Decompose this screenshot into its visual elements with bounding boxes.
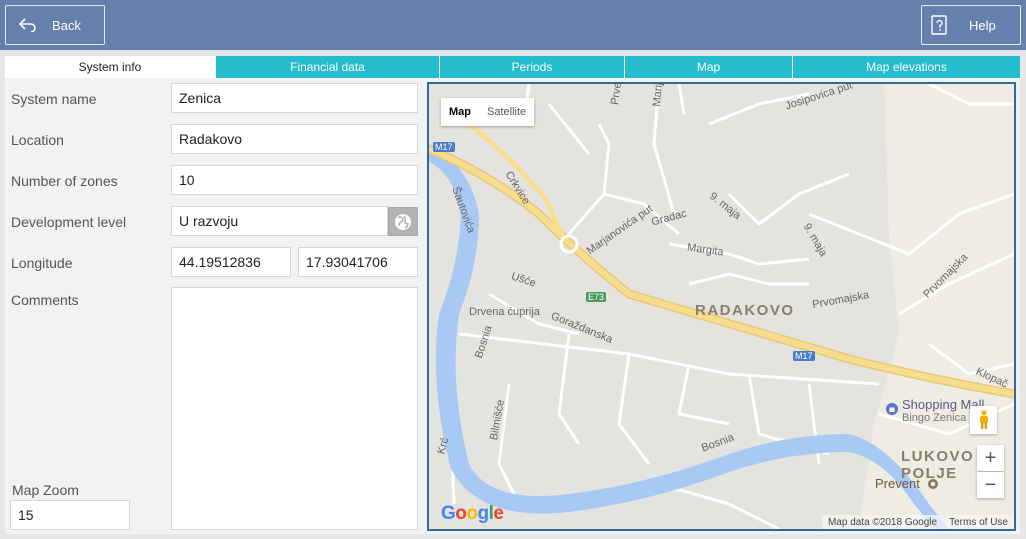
number-of-zones-label: Number of zones xyxy=(11,173,118,189)
poi-label: Bingo Zenica xyxy=(902,412,967,424)
help-icon xyxy=(931,15,949,35)
number-of-zones-input[interactable]: 10 xyxy=(171,165,418,195)
tab-financial-data[interactable]: Financial data xyxy=(215,56,439,78)
longitude-label: Longitude xyxy=(11,255,73,271)
pegman-icon xyxy=(979,410,988,429)
globe-button[interactable] xyxy=(388,207,418,236)
street-label: Marij xyxy=(651,82,666,108)
map-zoom-input[interactable]: 15 xyxy=(10,500,130,530)
map-type-satellite-button[interactable]: Satellite xyxy=(479,98,534,126)
top-bar: Back Help xyxy=(0,0,1026,50)
tab-map-elevations[interactable]: Map elevations xyxy=(792,56,1020,78)
road-shield: E73 xyxy=(586,292,607,302)
development-level-input[interactable]: U razvoju xyxy=(171,206,388,236)
tab-bar: System info Financial data Periods Map M… xyxy=(5,56,1020,78)
place-marker-icon xyxy=(927,477,939,493)
map-attribution: Map data ©2018 Google Terms of Use xyxy=(821,515,1014,529)
map-type-map-button[interactable]: Map xyxy=(441,98,479,126)
back-arrow-icon xyxy=(19,18,37,32)
location-input[interactable]: Radakovo xyxy=(171,124,418,154)
tab-periods[interactable]: Periods xyxy=(439,56,624,78)
zoom-out-button[interactable]: − xyxy=(977,472,1004,498)
tab-system-info[interactable]: System info xyxy=(5,56,215,78)
zoom-in-button[interactable]: + xyxy=(977,445,1004,471)
development-level-label: Development level xyxy=(11,214,127,230)
comments-label: Comments xyxy=(11,292,79,308)
location-label: Location xyxy=(11,132,64,148)
terms-of-use-link[interactable]: Terms of Use xyxy=(949,517,1008,528)
map-zoom-label: Map Zoom xyxy=(12,482,79,498)
help-button-label: Help xyxy=(969,17,996,33)
map-type-control: Map Satellite xyxy=(441,98,535,126)
longitude-input-2[interactable]: 17.93041706 xyxy=(298,247,418,277)
street-view-pegman[interactable] xyxy=(970,406,997,434)
longitude-input-1[interactable]: 44.19512836 xyxy=(171,247,291,277)
globe-icon xyxy=(395,213,411,230)
street-label: Drvena ćuprija xyxy=(469,306,540,318)
poi-label: Prevent xyxy=(875,476,920,491)
back-button-label: Back xyxy=(52,17,81,33)
tab-map[interactable]: Map xyxy=(624,56,792,78)
back-button[interactable]: Back xyxy=(5,5,105,45)
comments-textarea[interactable] xyxy=(171,287,418,530)
map-view[interactable]: Josipovica put Prve Marij Crkvice Gradac… xyxy=(427,82,1016,531)
map-data-text: Map data ©2018 Google xyxy=(827,516,938,528)
road-shield: M17 xyxy=(793,351,815,361)
road-shield: M17 xyxy=(433,142,455,152)
system-name-label: System name xyxy=(11,91,97,107)
shopping-bag-icon xyxy=(886,402,898,418)
google-logo: Google xyxy=(441,503,504,524)
system-name-input[interactable]: Zenica xyxy=(171,83,418,113)
help-button[interactable]: Help xyxy=(921,5,1021,45)
place-label-radakovo: RADAKOVO xyxy=(695,302,795,319)
